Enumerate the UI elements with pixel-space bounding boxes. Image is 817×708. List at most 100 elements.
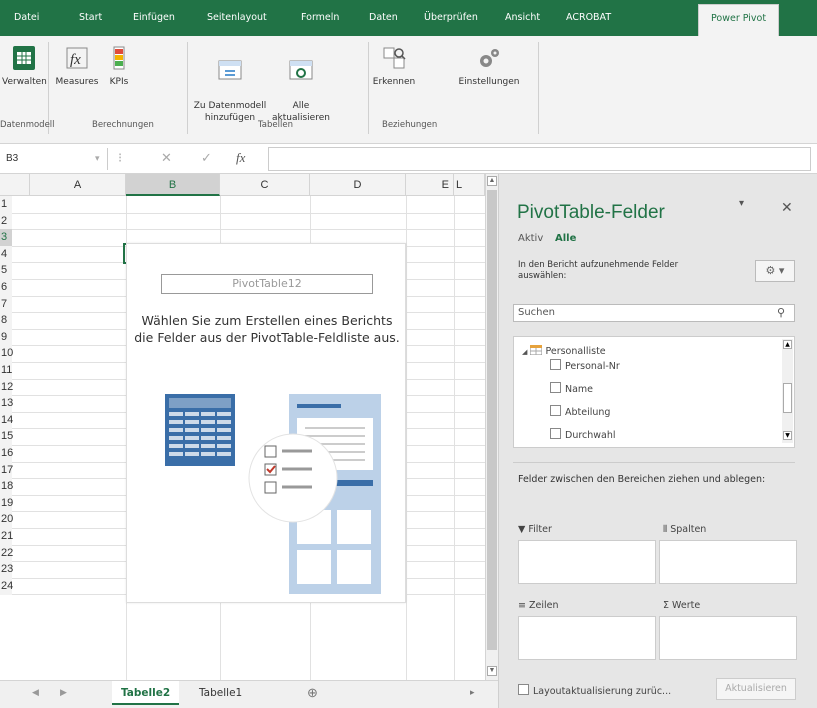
column-header-c[interactable]: C	[220, 174, 310, 196]
row-header[interactable]: 20	[0, 511, 13, 529]
row-header[interactable]: 21	[0, 528, 13, 545]
formula-input[interactable]	[268, 147, 811, 171]
vertical-scrollbar[interactable]: ▲ ▼	[485, 174, 498, 680]
row-header[interactable]: 22	[0, 544, 13, 562]
pivot-instruction: Wählen Sie zum Erstellen eines Berichts …	[134, 313, 400, 345]
field-durchwahl[interactable]: Durchwahl	[550, 428, 616, 441]
row-header[interactable]: 11	[0, 362, 12, 379]
row-header[interactable]: 6	[0, 279, 12, 296]
enter-icon[interactable]: ✓	[201, 150, 212, 166]
tab-ueberpruefen[interactable]: Überprüfen	[424, 0, 478, 36]
filter-drop-area[interactable]	[518, 540, 656, 584]
settings-button[interactable]: Einstellungen	[448, 44, 530, 88]
tab-einfuegen[interactable]: Einfügen	[133, 0, 175, 36]
row-header[interactable]: 1	[0, 196, 12, 213]
row-header[interactable]: 23	[0, 561, 13, 579]
column-header-a[interactable]: A	[30, 174, 126, 196]
row-header[interactable]: 16	[0, 445, 13, 462]
prev-sheet-icon[interactable]: ◀	[32, 687, 39, 698]
sheet-tab-tabelle2[interactable]: Tabelle2	[112, 681, 180, 705]
search-input[interactable]: Suchen	[513, 304, 795, 322]
scroll-down-icon[interactable]: ▼	[783, 431, 792, 440]
row-header[interactable]: 9	[0, 328, 12, 346]
name-box[interactable]: B3	[0, 148, 108, 170]
tab-datei[interactable]: Datei	[14, 0, 39, 36]
row-header[interactable]: 15	[0, 428, 13, 446]
defer-update-option[interactable]: Layoutaktualisierung zurüc...	[518, 684, 671, 697]
scroll-thumb[interactable]	[783, 383, 792, 413]
collapse-icon[interactable]: ◢	[522, 348, 527, 356]
checkbox[interactable]	[550, 405, 561, 416]
row-header[interactable]: 8	[0, 312, 12, 330]
row-header[interactable]: 3	[0, 229, 12, 247]
add-to-datamodel-button[interactable]: Zu Datenmodell hinzufügen	[192, 44, 268, 124]
search-icon[interactable]: ⚲	[777, 306, 785, 319]
hscroll-right-icon[interactable]: ▸	[470, 687, 475, 698]
tab-seitenlayout[interactable]: Seitenlayout	[207, 0, 267, 36]
refresh-all-button[interactable]: Alle aktualisieren	[270, 44, 332, 124]
checkbox[interactable]	[518, 684, 529, 695]
row-header[interactable]: 17	[0, 461, 13, 479]
checkbox[interactable]	[550, 359, 561, 370]
next-sheet-icon[interactable]: ▶	[60, 687, 67, 698]
scroll-up-icon[interactable]: ▲	[783, 340, 792, 349]
add-sheet-icon[interactable]: ⊕	[307, 685, 318, 701]
tab-acrobat[interactable]: ACROBAT	[566, 0, 611, 36]
scroll-thumb[interactable]	[487, 190, 497, 650]
columns-icon: ⦀	[663, 524, 668, 535]
tab-power-pivot[interactable]: Power Pivot	[698, 4, 780, 36]
area-label-rows-text: Zeilen	[529, 600, 559, 611]
tab-all-fields[interactable]: Alle	[555, 233, 576, 244]
kpis-button[interactable]: KPIs	[104, 44, 134, 88]
table-node-personalliste[interactable]: ◢ Personalliste	[522, 344, 606, 357]
update-button[interactable]: Aktualisieren	[716, 678, 796, 700]
row-header[interactable]: 12	[0, 378, 13, 396]
row-header[interactable]: 19	[0, 494, 13, 512]
scroll-down-icon[interactable]: ▼	[487, 666, 497, 676]
tab-ansicht[interactable]: Ansicht	[505, 0, 540, 36]
measures-button[interactable]: fx Measures	[52, 44, 102, 88]
fields-description: In den Bericht aufzunehmende Felder ausw…	[518, 260, 679, 281]
field-abteilung[interactable]: Abteilung	[550, 405, 610, 418]
tab-formeln[interactable]: Formeln	[301, 0, 339, 36]
column-header-b[interactable]: B	[126, 174, 220, 196]
row-header[interactable]: 5	[0, 262, 12, 280]
scroll-up-icon[interactable]: ▲	[487, 176, 497, 186]
detect-relationships-button[interactable]: Erkennen	[368, 44, 420, 88]
svg-text:fx: fx	[70, 52, 81, 68]
pane-menu-icon[interactable]: ▾	[739, 198, 744, 209]
close-icon[interactable]: ✕	[781, 200, 793, 216]
row-header[interactable]: 24	[0, 577, 13, 595]
row-header[interactable]: 14	[0, 411, 13, 429]
insert-function-icon[interactable]: fx	[236, 150, 245, 166]
field-list-scrollbar[interactable]: ▲ ▼	[782, 339, 793, 443]
field-personal-nr[interactable]: Personal-Nr	[550, 359, 620, 372]
cancel-icon[interactable]: ✕	[161, 150, 172, 166]
sheet-tab-tabelle1[interactable]: Tabelle1	[190, 681, 251, 705]
group-label-berechnungen: Berechnungen	[92, 120, 154, 130]
checkbox[interactable]	[550, 428, 561, 439]
pivot-placeholder[interactable]: PivotTable12 Wählen Sie zum Erstellen ei…	[126, 243, 406, 603]
verwalten-button[interactable]: Verwalten	[2, 44, 47, 88]
row-header[interactable]: 7	[0, 295, 12, 313]
column-header-l[interactable]: L	[454, 174, 485, 196]
tools-button[interactable]: ⚙ ▾	[755, 260, 795, 282]
field-label: Personal-Nr	[565, 361, 620, 372]
row-header[interactable]: 4	[0, 245, 12, 263]
checkbox[interactable]	[550, 382, 561, 393]
row-header[interactable]: 18	[0, 478, 13, 496]
namebox-dropdown-icon[interactable]: ▾	[95, 153, 100, 164]
row-header[interactable]: 13	[0, 395, 13, 413]
row-header[interactable]: 10	[0, 345, 13, 363]
select-all-corner[interactable]	[0, 174, 30, 196]
tab-active-fields[interactable]: Aktiv	[518, 233, 543, 244]
column-header-e[interactable]: E	[406, 174, 454, 196]
rows-drop-area[interactable]	[518, 616, 656, 660]
row-header[interactable]: 2	[0, 212, 12, 230]
column-header-d[interactable]: D	[310, 174, 406, 196]
columns-drop-area[interactable]	[659, 540, 797, 584]
tab-start[interactable]: Start	[79, 0, 102, 36]
tab-daten[interactable]: Daten	[369, 0, 398, 36]
values-drop-area[interactable]	[659, 616, 797, 660]
field-name[interactable]: Name	[550, 382, 593, 395]
